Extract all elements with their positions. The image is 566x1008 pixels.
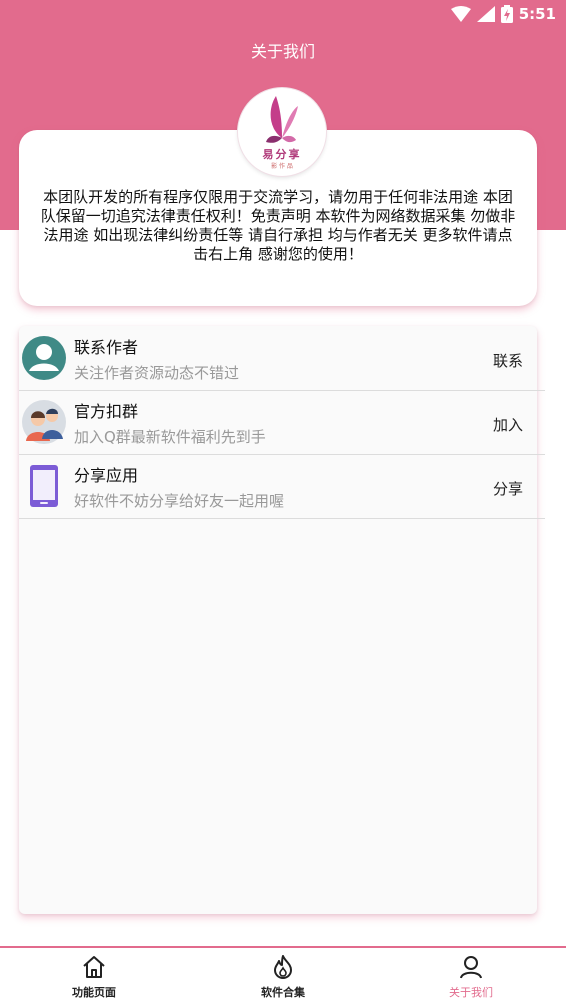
- status-bar: 5:51: [0, 0, 566, 30]
- list-item-contact-author[interactable]: 联系作者 关注作者资源动态不错过 联系: [19, 326, 545, 391]
- disclaimer-text: 本团队开发的所有程序仅限用于交流学习，请勿用于任何非法用途 本团队保留一切追究法…: [40, 188, 516, 263]
- home-icon: [83, 956, 105, 978]
- bottom-navigation: 功能页面 软件合集 关于我们: [0, 946, 566, 1008]
- app-logo: 易分享 影 作 品: [238, 88, 326, 176]
- group-icon: [22, 400, 66, 444]
- logo-subtext: 影 作 品: [271, 163, 293, 170]
- nav-label: 软件合集: [261, 986, 305, 999]
- join-button[interactable]: 加入: [493, 414, 523, 435]
- person-avatar-icon: [22, 336, 66, 380]
- signal-icon: [476, 6, 495, 22]
- list-item-subtitle: 加入Q群最新软件福利先到手: [74, 428, 266, 446]
- contact-button[interactable]: 联系: [493, 350, 523, 371]
- list-item-subtitle: 关注作者资源动态不错过: [74, 364, 240, 382]
- flame-icon: [274, 955, 292, 979]
- status-time: 5:51: [518, 5, 556, 23]
- nav-item-software-collection[interactable]: 软件合集: [223, 954, 343, 1000]
- list-item-title: 官方扣群: [74, 402, 139, 421]
- list-item-title: 分享应用: [74, 466, 139, 485]
- user-icon: [460, 956, 482, 979]
- nav-item-about-us[interactable]: 关于我们: [411, 954, 531, 1000]
- share-button[interactable]: 分享: [493, 478, 523, 499]
- logo-text: 易分享: [262, 148, 302, 161]
- phone-icon: [30, 465, 58, 507]
- list-item-share-app[interactable]: 分享应用 好软件不妨分享给好友一起用喔 分享: [19, 454, 545, 519]
- wifi-icon: [450, 6, 471, 22]
- battery-icon: [500, 5, 513, 23]
- list-item-official-group[interactable]: 官方扣群 加入Q群最新软件福利先到手 加入: [19, 390, 545, 455]
- nav-item-function-page[interactable]: 功能页面: [34, 954, 154, 1000]
- page-title: 关于我们: [250, 42, 315, 61]
- about-list: 联系作者 关注作者资源动态不错过 联系 官方扣群 加入Q群最新软件福利先到手 加…: [19, 326, 545, 914]
- list-item-title: 联系作者: [74, 338, 139, 357]
- nav-label: 关于我们: [449, 986, 493, 999]
- nav-label: 功能页面: [72, 986, 116, 999]
- list-item-subtitle: 好软件不妨分享给好友一起用喔: [74, 492, 285, 510]
